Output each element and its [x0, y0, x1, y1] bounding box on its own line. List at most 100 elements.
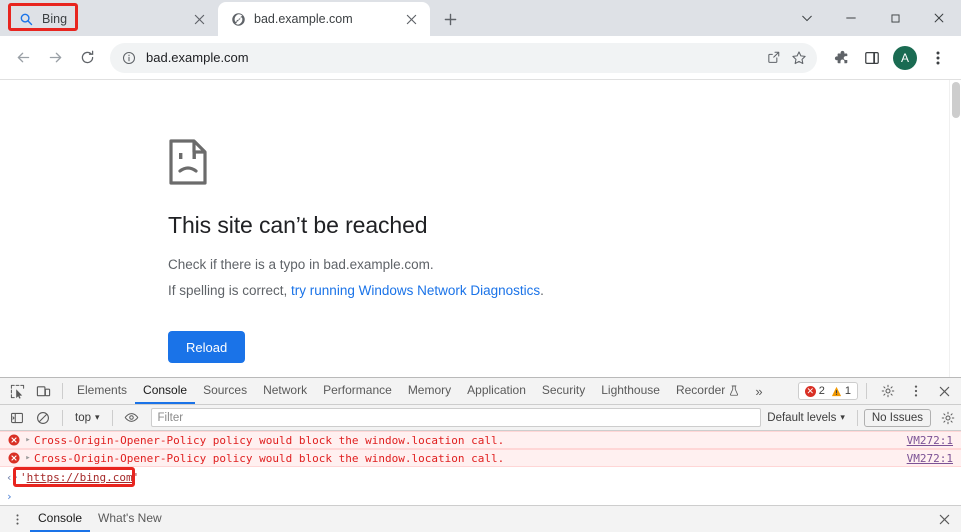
reload-page-button[interactable]: Reload — [168, 331, 246, 363]
execution-context-value: top — [75, 411, 91, 424]
warning-count-badge[interactable]: 1 — [831, 385, 851, 397]
expand-triangle-icon[interactable]: ▸ — [22, 453, 34, 463]
devtools-tab-elements[interactable]: Elements — [69, 378, 135, 404]
toolbar-actions: A — [825, 43, 953, 73]
devtools-tab-application[interactable]: Application — [459, 378, 534, 404]
divider — [111, 409, 113, 426]
page-scrollbar-thumb[interactable] — [952, 82, 960, 118]
console-prompt-row[interactable]: › — [0, 487, 961, 505]
info-circle-icon[interactable] — [122, 51, 136, 65]
close-icon[interactable] — [931, 379, 957, 403]
page-content: This site can’t be reached Check if ther… — [0, 80, 961, 377]
avatar[interactable]: A — [893, 45, 917, 70]
side-panel-icon[interactable] — [857, 43, 887, 73]
issue-counts[interactable]: ✕ 2 1 — [797, 382, 858, 400]
no-issues-button[interactable]: No Issues — [863, 408, 931, 427]
error-circle-icon: ✕ — [804, 385, 816, 397]
minimize-button[interactable] — [829, 2, 873, 34]
address-bar[interactable]: bad.example.com — [110, 42, 817, 73]
tab-strip: Bing bad.example.com — [0, 0, 961, 36]
devtools-tab-lighthouse[interactable]: Lighthouse — [593, 378, 668, 404]
tab-close-button[interactable] — [190, 10, 208, 28]
expand-triangle-icon[interactable]: ▸ — [22, 435, 34, 445]
console-result-value[interactable]: 'https://bing.com' — [20, 471, 139, 484]
devtools-overflow-button[interactable]: » — [747, 384, 770, 399]
three-dot-menu-icon[interactable] — [923, 43, 953, 73]
error-spelling-suffix: . — [540, 283, 544, 298]
devtools-tab-recorder[interactable]: Recorder — [668, 378, 747, 404]
devtools-tab-sources[interactable]: Sources — [195, 378, 255, 404]
puzzle-icon[interactable] — [825, 43, 855, 73]
console-result-url[interactable]: https://bing.com — [27, 471, 133, 484]
console-message-text: Cross-Origin-Opener-Policy policy would … — [34, 433, 505, 447]
search-icon — [18, 11, 34, 27]
drawer-tab-label: What's New — [98, 511, 162, 525]
devtools-tabbar-right: ✕ 2 1 — [797, 379, 961, 403]
close-window-button[interactable] — [917, 2, 961, 34]
drawer-tab-whats-new[interactable]: What's New — [90, 506, 170, 532]
address-bar-url[interactable]: bad.example.com — [146, 50, 756, 65]
devtools-tab-security[interactable]: Security — [534, 378, 593, 404]
reload-button[interactable] — [72, 43, 102, 73]
console-sidebar-icon[interactable] — [4, 406, 30, 430]
console-message-source-link[interactable]: VM272:1 — [907, 452, 961, 465]
window-controls — [785, 0, 961, 36]
close-icon[interactable] — [931, 507, 957, 531]
share-icon[interactable] — [766, 50, 781, 65]
drawer-tab-console[interactable]: Console — [30, 506, 91, 532]
devtools-tab-console[interactable]: Console — [135, 378, 196, 404]
back-button[interactable] — [8, 43, 38, 73]
tab-search-button[interactable] — [785, 2, 829, 34]
tab-label: Console — [143, 383, 188, 397]
tab-bad-example-com[interactable]: bad.example.com — [218, 2, 430, 36]
gear-icon[interactable] — [935, 406, 961, 430]
network-diagnostics-link[interactable]: try running Windows Network Diagnostics — [291, 283, 540, 298]
error-typo-line: Check if there is a typo in bad.example.… — [168, 257, 434, 272]
inspect-element-icon[interactable] — [4, 379, 30, 403]
tab-label: Performance — [323, 383, 392, 397]
error-count-badge[interactable]: ✕ 2 — [804, 385, 825, 397]
new-tab-button[interactable] — [436, 5, 464, 33]
forward-button[interactable] — [40, 43, 70, 73]
tab-label: Sources — [203, 383, 248, 397]
console-result-row[interactable]: ‹· 'https://bing.com' — [0, 467, 961, 487]
console-message-row[interactable]: ▸ Cross-Origin-Opener-Policy policy woul… — [0, 431, 961, 449]
tab-close-button[interactable] — [402, 10, 420, 28]
live-expression-icon[interactable] — [119, 406, 145, 430]
console-filter-bar: top ▾ Default levels ▾ No Issues — [0, 405, 961, 431]
error-circle-icon — [6, 434, 22, 446]
sad-page-icon — [168, 138, 961, 186]
error-spelling-line: If spelling is correct, try running Wind… — [168, 283, 961, 298]
devtools-tab-memory[interactable]: Memory — [400, 378, 459, 404]
console-message-row[interactable]: ▸ Cross-Origin-Opener-Policy policy woul… — [0, 449, 961, 467]
three-dot-menu-icon[interactable] — [903, 379, 929, 403]
three-dot-menu-icon[interactable] — [4, 507, 30, 531]
flask-icon — [729, 384, 739, 396]
page-scrollbar[interactable] — [949, 80, 961, 377]
maximize-button[interactable] — [873, 2, 917, 34]
error-spelling-prefix: If spelling is correct, — [168, 283, 292, 298]
divider — [866, 383, 867, 399]
clear-console-icon[interactable] — [30, 406, 56, 430]
tab-bing[interactable]: Bing — [6, 2, 218, 36]
tab-title: bad.example.com — [254, 12, 353, 26]
chevron-down-icon: ▾ — [840, 412, 845, 422]
gear-icon[interactable] — [875, 379, 901, 403]
divider — [856, 409, 858, 426]
console-messages-list[interactable]: ▸ Cross-Origin-Opener-Policy policy woul… — [0, 431, 961, 505]
log-levels-value: Default levels — [767, 411, 837, 424]
prompt-arrow-icon: › — [6, 489, 13, 503]
devtools-tab-performance[interactable]: Performance — [315, 378, 400, 404]
device-toolbar-icon[interactable] — [30, 379, 56, 403]
tab-label: Security — [541, 383, 586, 397]
devtools-tab-network[interactable]: Network — [255, 378, 315, 404]
console-message-source-link[interactable]: VM272:1 — [907, 434, 961, 447]
tab-label: Recorder — [675, 383, 726, 397]
execution-context-selector[interactable]: top ▾ — [69, 408, 106, 428]
log-levels-selector[interactable]: Default levels ▾ — [767, 412, 851, 424]
error-circle-icon — [6, 452, 22, 464]
tab-label: Network — [263, 383, 308, 397]
filter-input[interactable] — [150, 408, 762, 427]
page-title: This site can’t be reached — [168, 212, 428, 238]
star-icon[interactable] — [791, 50, 807, 66]
